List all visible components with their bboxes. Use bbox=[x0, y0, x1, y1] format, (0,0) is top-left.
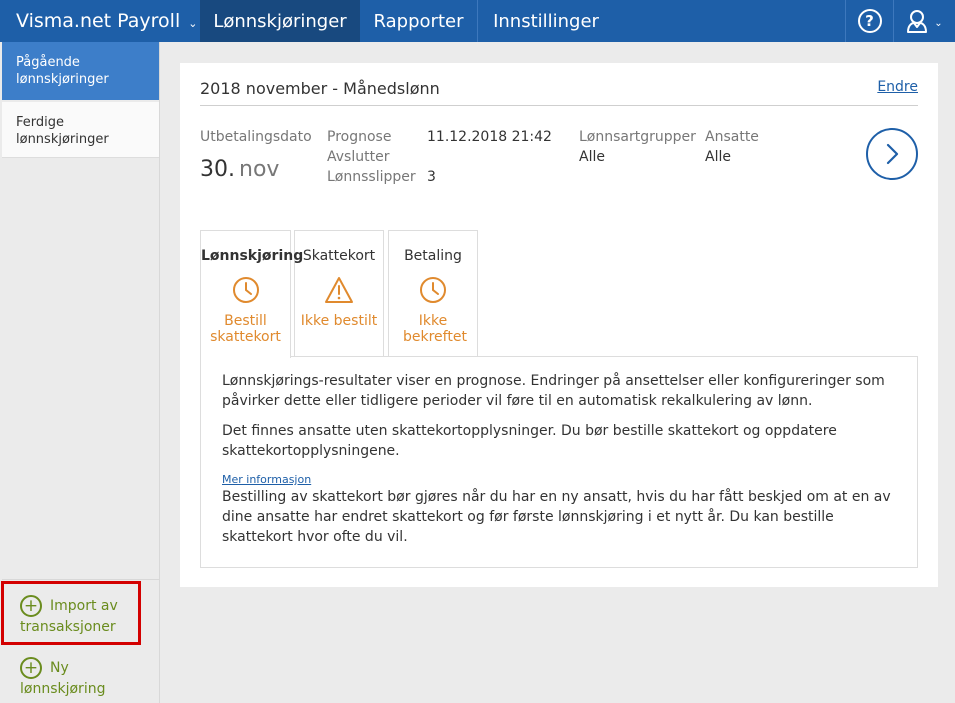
info-message-panel: Lønnskjørings-resultater viser en progno… bbox=[200, 356, 918, 568]
app-title: Visma.net Payroll bbox=[16, 10, 181, 32]
sidebar-divider bbox=[2, 579, 159, 580]
payrun-card: 2018 november - Månedslønn Endre Utbetal… bbox=[180, 63, 938, 587]
import-transactions-button[interactable]: + Import av transaksjoner bbox=[20, 595, 140, 637]
tab-lonnskjoringer[interactable]: Lønnskjøringer bbox=[200, 0, 360, 42]
next-step-button[interactable] bbox=[866, 128, 918, 180]
order-taxcard-text: Bestilling av skattekort bør gjøres når … bbox=[222, 489, 891, 545]
clock-icon bbox=[420, 277, 446, 303]
step-status: Ikke bekreftet bbox=[403, 313, 467, 345]
chevron-right-icon bbox=[886, 143, 899, 165]
chevron-down-icon: ⌄ bbox=[934, 17, 943, 29]
payslips-label: Lønnsslipper bbox=[327, 169, 416, 185]
payout-month: nov bbox=[239, 157, 280, 182]
step-title: Lønnskjøring bbox=[201, 248, 304, 264]
app-switcher[interactable]: Visma.net Payroll ⌄ bbox=[0, 0, 200, 42]
tab-rapporter[interactable]: Rapporter bbox=[360, 0, 478, 42]
step-title: Skattekort bbox=[302, 248, 376, 264]
warning-icon bbox=[325, 277, 353, 303]
tab-innstillinger[interactable]: Innstillinger bbox=[478, 0, 614, 42]
tab-step-betaling[interactable]: Betaling Ikke bekreftet bbox=[388, 230, 478, 357]
payrun-title: 2018 november - Månedslønn bbox=[200, 79, 440, 98]
closes-label: Avslutter bbox=[327, 149, 390, 165]
chevron-down-icon: ⌄ bbox=[188, 16, 198, 30]
wagetype-groups-label: Lønnsartgrupper bbox=[579, 129, 696, 145]
employees-value: Alle bbox=[705, 149, 731, 165]
plus-circle-icon: + bbox=[20, 657, 42, 679]
employees-label: Ansatte bbox=[705, 129, 759, 145]
help-circle-icon: ? bbox=[857, 9, 882, 33]
tab-step-lonnskjoring[interactable]: Lønnskjøring Bestill skattekort bbox=[200, 230, 304, 358]
payout-date-label: Utbetalingsdato bbox=[200, 129, 312, 145]
edit-link[interactable]: Endre bbox=[877, 79, 918, 95]
more-info-link[interactable]: Mer informasjon bbox=[222, 473, 896, 487]
title-divider bbox=[200, 105, 918, 106]
user-icon bbox=[907, 10, 928, 33]
forecast-info-text: Lønnskjørings-resultater viser en progno… bbox=[222, 373, 885, 409]
tab-step-skattekort[interactable]: Skattekort Ikke bestilt bbox=[294, 230, 384, 357]
wagetype-groups-value: Alle bbox=[579, 149, 605, 165]
plus-circle-icon: + bbox=[20, 595, 42, 617]
help-button[interactable]: ? bbox=[845, 0, 893, 42]
sidebar-item-finished-payruns[interactable]: Ferdige lønnskjøringer bbox=[2, 102, 159, 158]
payout-date-value: 30. nov bbox=[200, 157, 279, 182]
payout-day: 30. bbox=[200, 157, 235, 182]
sidebar-item-ongoing-payruns[interactable]: Pågående lønnskjøringer bbox=[2, 42, 159, 100]
clock-icon bbox=[232, 277, 259, 303]
forecast-value: 11.12.2018 21:42 bbox=[427, 129, 552, 145]
user-menu-button[interactable]: ⌄ bbox=[893, 0, 955, 42]
step-title: Betaling bbox=[404, 248, 462, 264]
sidebar: Pågående lønnskjøringer Ferdige lønnskjø… bbox=[0, 42, 160, 703]
top-navigation-bar: Visma.net Payroll ⌄ Lønnskjøringer Rappo… bbox=[0, 0, 955, 42]
forecast-label: Prognose bbox=[327, 129, 392, 145]
new-payrun-button[interactable]: + Ny lønnskjøring bbox=[20, 657, 140, 699]
missing-taxcard-text: Det finnes ansatte uten skattekortopplys… bbox=[222, 423, 837, 459]
step-status: Ikke bestilt bbox=[300, 313, 378, 329]
step-status: Bestill skattekort bbox=[210, 313, 281, 345]
payslips-value: 3 bbox=[427, 169, 436, 185]
